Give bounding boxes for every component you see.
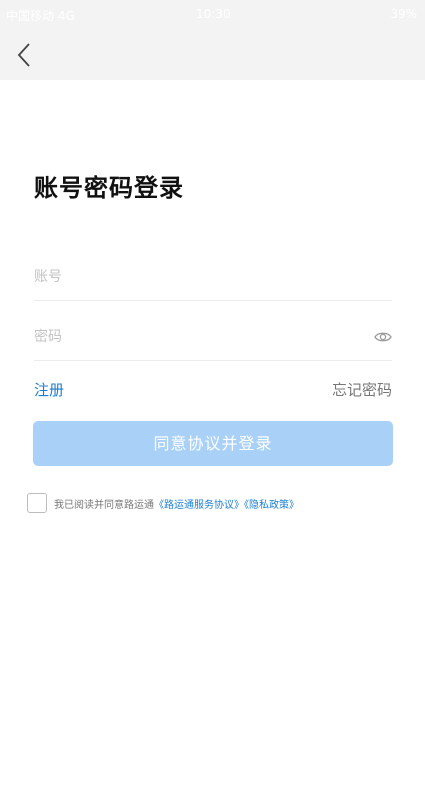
carrier-label: 中国移动 4G: [6, 9, 75, 23]
toggle-password-visibility[interactable]: [374, 328, 392, 346]
eye-icon: [374, 332, 392, 342]
register-link[interactable]: 注册: [34, 379, 64, 400]
agreement-text: 我已阅读并同意路运通《路运通服务协议》《隐私政策》: [54, 496, 299, 511]
password-field: [34, 316, 392, 361]
status-time: 10:30: [196, 7, 231, 21]
page-title: 账号密码登录: [34, 174, 184, 202]
account-input[interactable]: [34, 256, 354, 298]
status-bar: 中国移动 4G 10:30 39%: [0, 0, 425, 30]
forgot-password-link[interactable]: 忘记密码: [332, 379, 392, 400]
nav-bar: [0, 30, 425, 80]
privacy-policy-link[interactable]: 《隐私政策》: [244, 500, 299, 511]
chevron-left-icon: [17, 43, 30, 67]
account-field: [34, 256, 392, 301]
agreement-checkbox[interactable]: [27, 493, 47, 513]
battery-indicator: 39%: [390, 7, 417, 21]
password-input[interactable]: [34, 316, 354, 358]
service-agreement-link[interactable]: 《路运通服务协议》: [154, 500, 244, 511]
agreement-prefix: 我已阅读并同意路运通: [54, 500, 154, 511]
agree-and-login-button[interactable]: 同意协议并登录: [33, 421, 393, 466]
back-button[interactable]: [12, 40, 40, 70]
